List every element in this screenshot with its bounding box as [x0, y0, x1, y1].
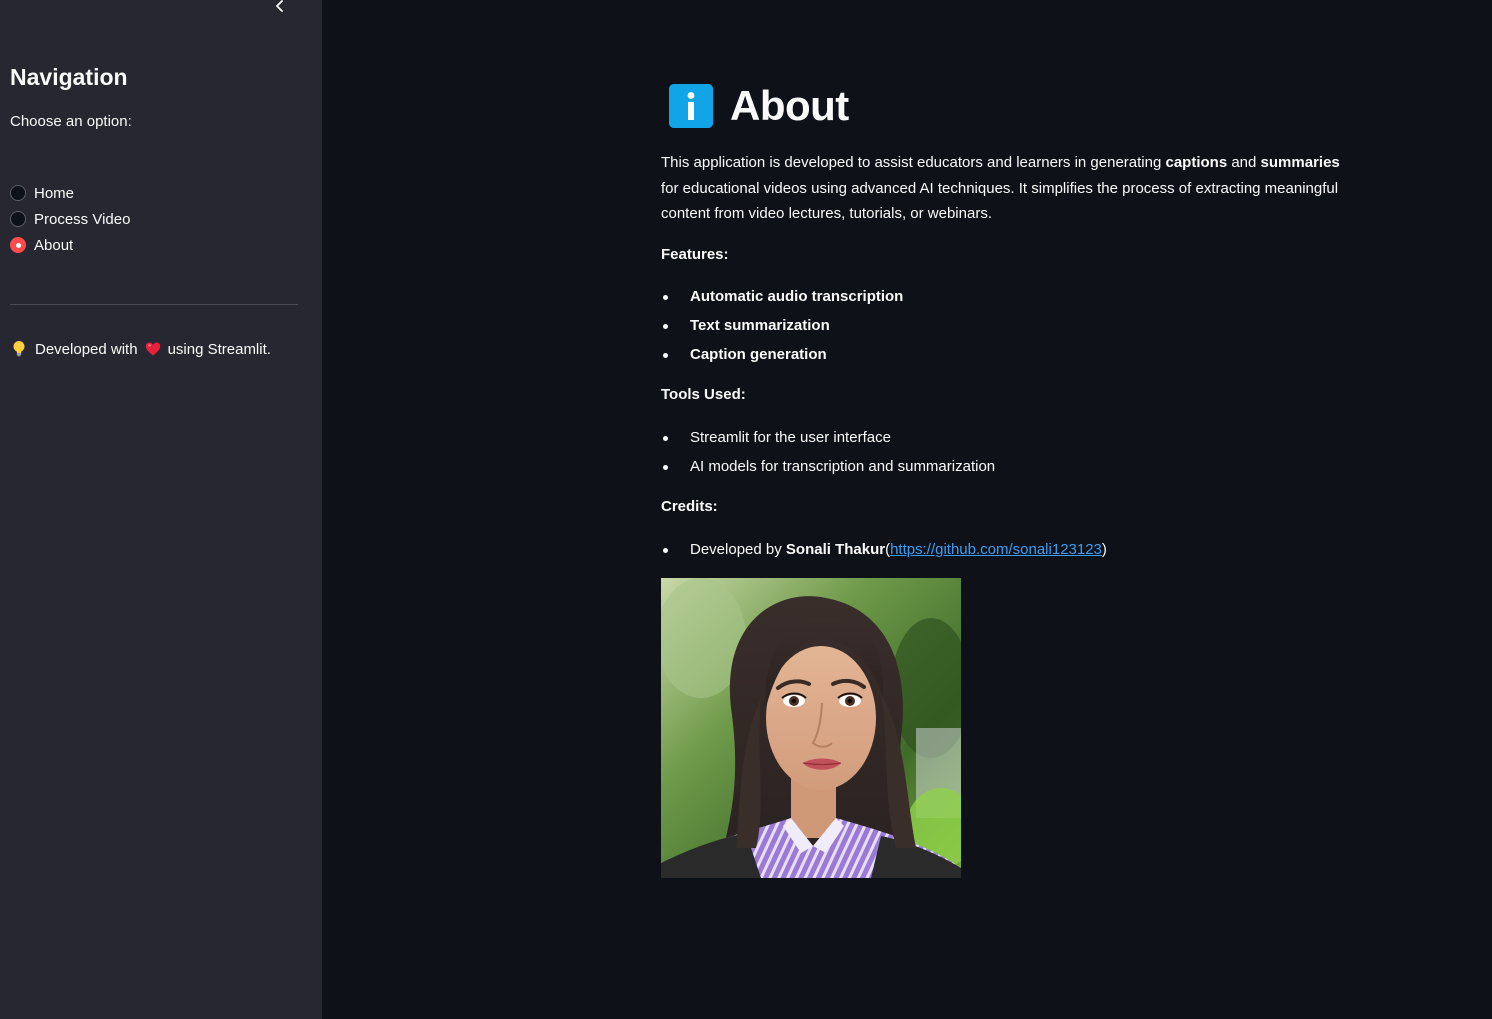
credit-prefix: Developed by: [690, 541, 786, 558]
list-item: Streamlit for the user interface: [661, 423, 1361, 452]
radio-button[interactable]: [10, 185, 26, 201]
page-header: About: [669, 82, 849, 130]
info-icon: [669, 84, 713, 128]
tools-list: Streamlit for the user interface AI mode…: [661, 423, 1361, 481]
features-heading: Features:: [661, 246, 729, 263]
github-link[interactable]: https://github.com/sonali123123: [890, 541, 1102, 558]
sidebar-footer-note: Developed with using Streamlit.: [12, 340, 271, 358]
main-content: About This application is developed to a…: [322, 0, 1492, 1019]
footer-prefix: Developed with: [35, 340, 138, 358]
list-item: Text summarization: [661, 311, 1361, 340]
radio-label: Home: [34, 184, 75, 202]
credit-name: Sonali Thakur: [785, 541, 886, 558]
heart-icon: [145, 342, 160, 356]
radio-option-process-video[interactable]: Process Video: [10, 206, 130, 232]
list-item: Automatic audio transcription: [661, 282, 1361, 311]
radio-option-home[interactable]: Home: [10, 180, 130, 206]
paren-close: ): [1101, 541, 1107, 558]
collapse-sidebar-button[interactable]: [270, 0, 290, 16]
tools-heading: Tools Used:: [661, 386, 746, 403]
intro-bold-captions: captions: [1165, 154, 1228, 171]
features-list: Automatic audio transcription Text summa…: [661, 282, 1361, 369]
intro-text: This application is developed to assist …: [661, 154, 1166, 171]
credits-list: Developed by Sonali Thakur(https://githu…: [661, 535, 1361, 564]
app-root: Navigation Choose an option: Home Proces…: [0, 0, 1492, 1019]
chevron-left-icon: [276, 0, 283, 12]
radio-option-about[interactable]: About: [10, 232, 130, 258]
intro-bold-summaries: summaries: [1260, 154, 1340, 171]
lightbulb-icon: [13, 341, 25, 357]
page-title: About: [730, 82, 849, 129]
intro-text: and: [1227, 154, 1261, 171]
radio-button-selected[interactable]: [10, 237, 26, 253]
sidebar-divider: [10, 304, 298, 305]
radio-label: About: [34, 236, 74, 254]
credits-heading: Credits:: [661, 498, 718, 515]
radio-prompt: Choose an option:: [10, 113, 132, 130]
profile-portrait-image: [661, 578, 961, 878]
radio-button[interactable]: [10, 211, 26, 227]
intro-paragraph: This application is developed to assist …: [661, 150, 1361, 227]
portrait-illustration: [661, 578, 961, 878]
list-item: Caption generation: [661, 340, 1361, 369]
credit-item: Developed by Sonali Thakur(https://githu…: [661, 535, 1361, 564]
list-item: AI models for transcription and summariz…: [661, 452, 1361, 481]
intro-text: for educational videos using advanced AI…: [661, 179, 1339, 223]
footer-suffix: using Streamlit.: [167, 340, 271, 358]
sidebar: Navigation Choose an option: Home Proces…: [0, 0, 322, 1019]
navigation-radio-group: Home Process Video About: [10, 180, 130, 258]
sidebar-title: Navigation: [10, 64, 128, 90]
radio-label: Process Video: [34, 210, 131, 228]
